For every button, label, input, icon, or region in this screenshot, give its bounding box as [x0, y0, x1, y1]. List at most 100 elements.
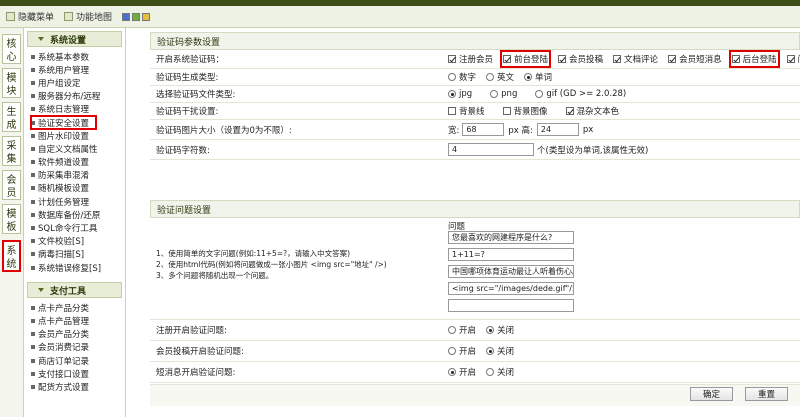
- skin-swatch-yellow[interactable]: [142, 12, 151, 21]
- checkbox-qa[interactable]: 问答: [786, 53, 800, 65]
- bullet-icon: [31, 160, 35, 165]
- sidebar-item[interactable]: 用户组设定: [31, 76, 125, 89]
- system-settings-list: 系统基本参数 系统用户管理 用户组设定 服务器分布/远程 系统日志管理 验证安全…: [24, 50, 125, 274]
- bullet-icon: [31, 212, 35, 217]
- question-input-5[interactable]: [448, 299, 574, 312]
- tab-module[interactable]: 模块: [2, 68, 21, 98]
- radio-icon: [490, 90, 499, 98]
- row-enable-captcha: 开启系统验证码： 注册会员 前台登陆 会员投稿 文档评论 会员短消息 后台登陆 …: [150, 50, 800, 69]
- bullet-icon: [31, 133, 35, 138]
- sidebar-item[interactable]: 点卡产品分类: [31, 301, 125, 314]
- radio-png[interactable]: png: [490, 89, 517, 99]
- width-input[interactable]: 68: [462, 123, 505, 136]
- checkbox-icon: [613, 55, 622, 63]
- section-title: 支付工具: [50, 286, 87, 297]
- sidebar: 系统设置 系统基本参数 系统用户管理 用户组设定 服务器分布/远程 系统日志管理…: [24, 28, 126, 417]
- sidebar-item[interactable]: 系统错误修复[S]: [31, 261, 125, 274]
- checkbox-bg-line[interactable]: 背景线: [448, 105, 485, 117]
- sidebar-item[interactable]: 服务器分布/远程: [31, 90, 125, 103]
- sidebar-item[interactable]: 支付接口设置: [31, 367, 125, 380]
- sidebar-item[interactable]: 配货方式设置: [31, 380, 125, 393]
- radio-word[interactable]: 单词: [524, 71, 552, 83]
- bullet-icon: [31, 80, 35, 85]
- radio-english[interactable]: 英文: [486, 71, 514, 83]
- question-input-2[interactable]: 1+11=?: [448, 248, 574, 261]
- question-inputs: 问题 您最喜欢的网建程序是什么? 1+11=? 中国哪项体育运动最让人听着伤心。…: [448, 220, 578, 316]
- bullet-icon: [31, 358, 35, 363]
- question-input-3[interactable]: 中国哪项体育运动最让人听着伤心。: [448, 265, 574, 278]
- radio-close[interactable]: 关闭: [486, 324, 514, 336]
- bullet-icon: [31, 54, 35, 59]
- sidebar-item[interactable]: 病毒扫描[S]: [31, 248, 125, 261]
- radio-open[interactable]: 开启: [448, 345, 476, 357]
- checkbox-message[interactable]: 会员短消息: [668, 53, 722, 65]
- sidebar-item-security[interactable]: 验证安全设置: [30, 114, 97, 131]
- form-buttons: 确定 重置: [678, 387, 788, 401]
- height-input[interactable]: 24: [536, 123, 579, 136]
- row-label: 验证码生成类型:: [156, 73, 219, 83]
- checkbox-submit[interactable]: 会员投稿: [558, 53, 603, 65]
- checkbox-admin-login[interactable]: 后台登陆: [728, 50, 780, 68]
- radio-number[interactable]: 数字: [448, 71, 476, 83]
- message-question-options: 开启 关闭: [448, 366, 524, 378]
- sidebar-item[interactable]: 系统基本参数: [31, 50, 125, 63]
- sidebar-item[interactable]: 商店订单记录: [31, 354, 125, 367]
- filetype-options: jpg png gif (GD >= 2.0.28): [448, 89, 636, 99]
- reset-button[interactable]: 重置: [744, 387, 788, 401]
- sidebar-item[interactable]: 防采集串混淆: [31, 169, 125, 182]
- radio-close[interactable]: 关闭: [486, 345, 514, 357]
- sidebar-item[interactable]: 计划任务管理: [31, 195, 125, 208]
- sidebar-item[interactable]: 自定义文档属性: [31, 142, 125, 155]
- sidebar-item[interactable]: 随机模板设置: [31, 182, 125, 195]
- skin-swatch-blue[interactable]: [122, 12, 131, 21]
- sidebar-item[interactable]: 系统日志管理: [31, 103, 125, 116]
- section-system-settings[interactable]: 系统设置: [27, 31, 122, 47]
- hide-menu-icon: [6, 12, 15, 21]
- tab-system[interactable]: 系统: [2, 240, 21, 272]
- tab-member[interactable]: 会员: [2, 170, 21, 200]
- sidebar-item[interactable]: 文件校验[S]: [31, 235, 125, 248]
- tab-collect[interactable]: 采集: [2, 136, 21, 166]
- checkbox-icon: [503, 55, 512, 63]
- question-input-1[interactable]: 您最喜欢的网建程序是什么?: [448, 231, 574, 244]
- checkbox-register[interactable]: 注册会员: [448, 53, 493, 65]
- function-map-button[interactable]: 功能地图: [64, 10, 112, 23]
- sidebar-item[interactable]: 系统用户管理: [31, 63, 125, 76]
- checkbox-mixed-color[interactable]: 混杂文本色: [565, 105, 619, 117]
- radio-close[interactable]: 关闭: [486, 366, 514, 378]
- checkbox-bg-image[interactable]: 背景图像: [502, 105, 548, 117]
- tab-template[interactable]: 模板: [2, 204, 21, 234]
- main-content: 验证码参数设置 开启系统验证码： 注册会员 前台登陆 会员投稿 文档评论 会员短…: [150, 28, 800, 417]
- row-label: 注册开启验证问题:: [156, 326, 227, 336]
- radio-open[interactable]: 开启: [448, 324, 476, 336]
- skin-swatch-green[interactable]: [132, 12, 141, 21]
- radio-gif[interactable]: gif (GD >= 2.0.28): [535, 89, 626, 99]
- sidebar-item[interactable]: 会员产品分类: [31, 328, 125, 341]
- hide-menu-button[interactable]: 隐藏菜单: [6, 10, 54, 23]
- checkbox-comment[interactable]: 文档评论: [613, 53, 658, 65]
- sidebar-item[interactable]: SQL命令行工具: [31, 221, 125, 234]
- char-count-input[interactable]: 4: [448, 143, 534, 156]
- radio-jpg[interactable]: jpg: [448, 89, 472, 99]
- sidebar-item[interactable]: 会员消费记录: [31, 341, 125, 354]
- bullet-icon: [31, 252, 35, 257]
- sidebar-item[interactable]: 数据库备份/还原: [31, 208, 125, 221]
- bullet-icon: [31, 199, 35, 204]
- radio-open[interactable]: 开启: [448, 366, 476, 378]
- question-section: 验证问题设置 1、使用简单的文字问题(例如:11+5=?，请输入中文答案) 2、…: [150, 200, 800, 383]
- sidebar-item[interactable]: 软件频道设置: [31, 156, 125, 169]
- bullet-icon: [31, 239, 35, 244]
- tab-core[interactable]: 核心: [2, 34, 21, 64]
- bullet-icon: [31, 173, 35, 178]
- panel-title-captcha: 验证码参数设置: [150, 32, 800, 50]
- checkbox-icon: [565, 107, 574, 115]
- checkbox-front-login[interactable]: 前台登陆: [500, 50, 552, 68]
- sidebar-item[interactable]: 点卡产品管理: [31, 314, 125, 327]
- tab-generate[interactable]: 生成: [2, 102, 21, 132]
- confirm-button[interactable]: 确定: [689, 387, 733, 401]
- checkbox-icon: [668, 55, 677, 63]
- question-input-4[interactable]: <img src="/images/dede.gif"/>: [448, 282, 574, 295]
- row-captcha-type: 验证码生成类型: 数字 英文 单词: [150, 69, 800, 86]
- sidebar-item[interactable]: 图片水印设置: [31, 129, 125, 142]
- section-payment-tools[interactable]: 支付工具: [27, 282, 122, 299]
